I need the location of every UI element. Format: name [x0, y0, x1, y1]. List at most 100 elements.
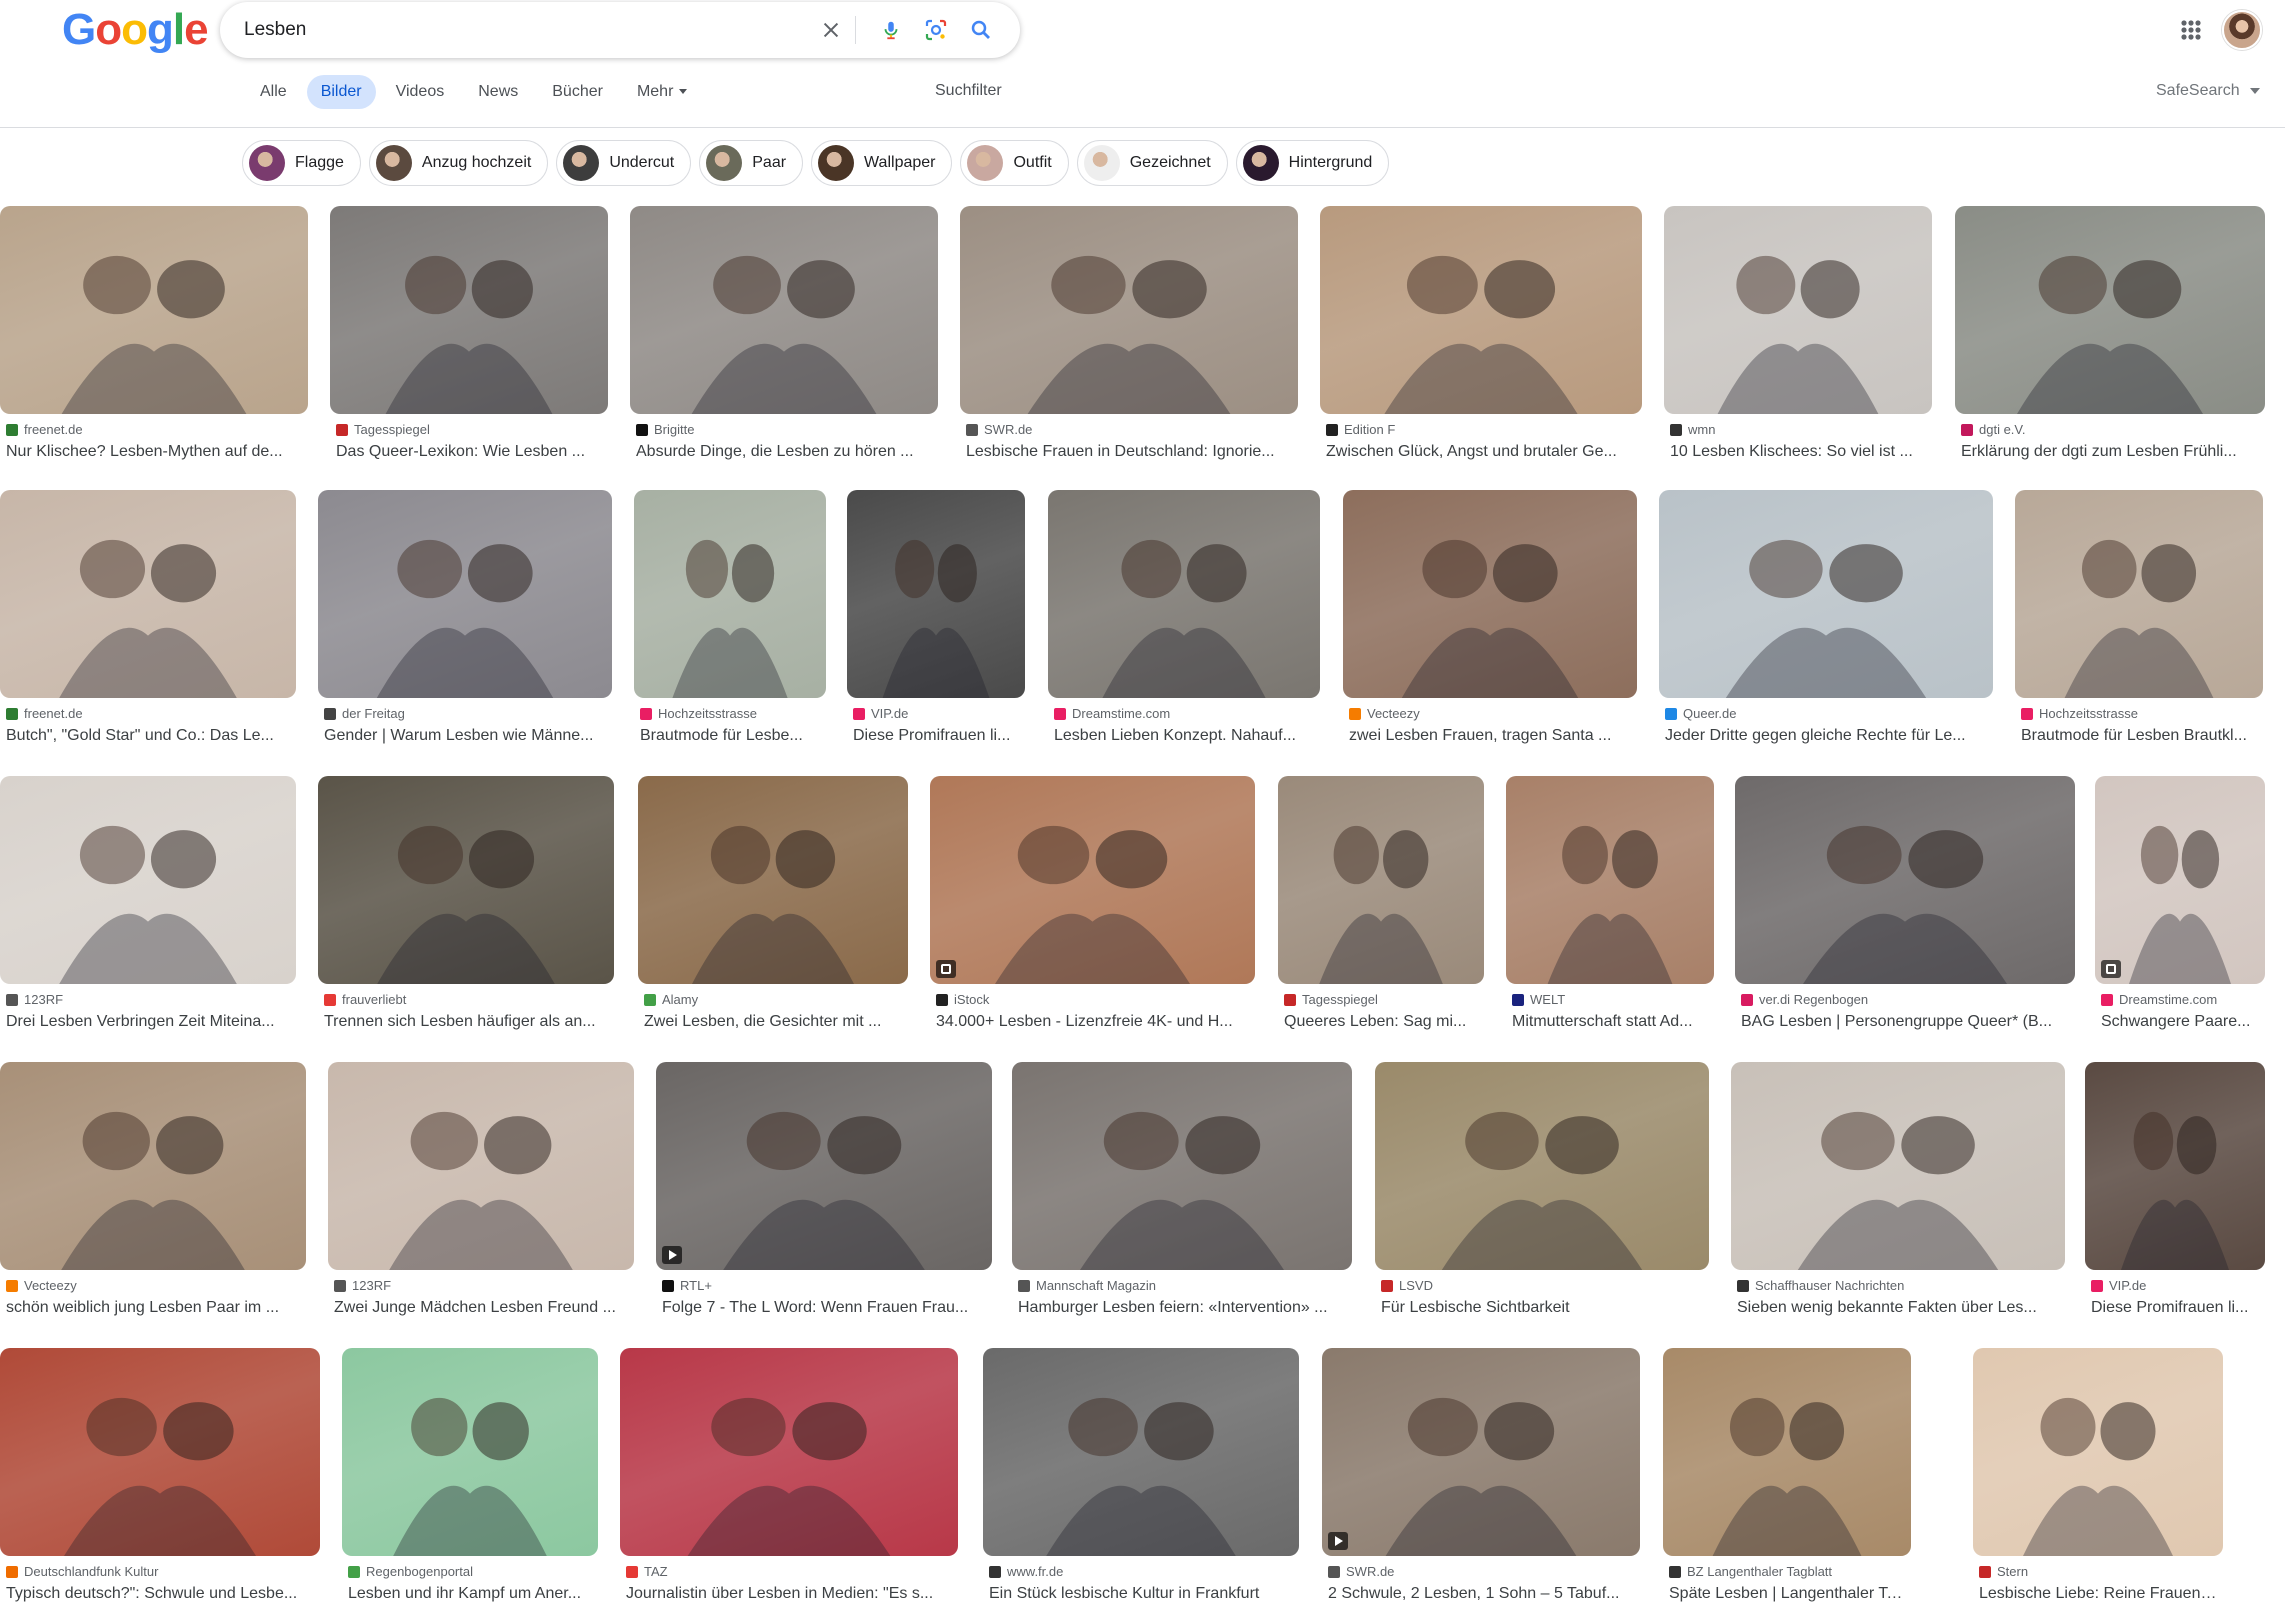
result-title[interactable]: Zwei Lesben, die Gesichter mit ... — [638, 1013, 908, 1031]
apps-grid-icon[interactable] — [2174, 13, 2208, 47]
image-result-card[interactable]: Stern Lesbische Liebe: Reine Frauensac... — [1973, 1348, 2223, 1603]
result-title[interactable]: 34.000+ Lesben - Lizenzfreie 4K- und H..… — [930, 1013, 1255, 1031]
result-source[interactable]: Alamy — [638, 992, 908, 1007]
image-result-card[interactable]: Hochzeitsstrasse Brautmode für Lesbe... — [634, 490, 826, 745]
image-thumbnail[interactable] — [0, 776, 296, 984]
result-title[interactable]: Queeres Leben: Sag mi... — [1278, 1013, 1484, 1031]
image-result-card[interactable]: VIP.de Diese Promifrauen li... — [847, 490, 1025, 745]
image-result-card[interactable]: Dreamstime.com Schwangere Paare... — [2095, 776, 2265, 1031]
image-thumbnail[interactable] — [0, 1348, 320, 1556]
result-title[interactable]: Zwischen Glück, Angst und brutaler Ge... — [1320, 443, 1642, 461]
image-thumbnail[interactable] — [1320, 206, 1642, 414]
result-title[interactable]: Folge 7 - The L Word: Wenn Frauen Frau..… — [656, 1299, 992, 1317]
image-result-card[interactable]: iStock 34.000+ Lesben - Lizenzfreie 4K- u… — [930, 776, 1255, 1031]
result-source[interactable]: WELT — [1506, 992, 1714, 1007]
result-title[interactable]: schön weiblich jung Lesben Paar im ... — [0, 1299, 306, 1317]
tab-mehr[interactable]: Mehr — [623, 75, 701, 109]
chip-anzug-hochzeit[interactable]: Anzug hochzeit — [368, 140, 549, 186]
result-title[interactable]: BAG Lesben | Personengruppe Queer* (B... — [1735, 1013, 2075, 1031]
image-result-card[interactable]: Mannschaft Magazin Hamburger Lesben feier… — [1012, 1062, 1352, 1317]
image-result-card[interactable]: RTL+ Folge 7 - The L Word: Wenn Frauen Fr… — [656, 1062, 992, 1317]
result-source[interactable]: www.fr.de — [983, 1564, 1299, 1579]
image-result-card[interactable]: Brigitte Absurde Dinge, die Lesben zu hör… — [630, 206, 938, 461]
microphone-icon[interactable] — [875, 14, 907, 46]
image-thumbnail[interactable] — [2095, 776, 2265, 984]
image-result-card[interactable]: Queer.de Jeder Dritte gegen gleiche Recht… — [1659, 490, 1993, 745]
image-result-card[interactable]: der Freitag Gender | Warum Lesben wie Män… — [318, 490, 612, 745]
result-source[interactable]: Stern — [1973, 1564, 2223, 1579]
image-thumbnail[interactable] — [1735, 776, 2075, 984]
result-source[interactable]: Schaffhauser Nachrichten — [1731, 1278, 2065, 1293]
image-thumbnail[interactable] — [1955, 206, 2265, 414]
image-thumbnail[interactable] — [0, 1062, 306, 1270]
result-source[interactable]: Vecteezy — [1343, 706, 1637, 721]
result-title[interactable]: Lesbische Frauen in Deutschland: Ignorie… — [960, 443, 1298, 461]
google-logo[interactable]: Google — [62, 8, 209, 52]
result-source[interactable]: freenet.de — [0, 422, 308, 437]
image-thumbnail[interactable] — [342, 1348, 598, 1556]
account-avatar[interactable] — [2222, 10, 2262, 50]
image-thumbnail[interactable] — [318, 490, 612, 698]
image-thumbnail[interactable] — [634, 490, 826, 698]
result-source[interactable]: Deutschlandfunk Kultur — [0, 1564, 320, 1579]
result-source[interactable]: freenet.de — [0, 706, 296, 721]
search-input[interactable] — [244, 12, 804, 48]
result-title[interactable]: Jeder Dritte gegen gleiche Rechte für Le… — [1659, 727, 1993, 745]
image-thumbnail[interactable] — [0, 206, 308, 414]
result-source[interactable]: SWR.de — [960, 422, 1298, 437]
image-result-card[interactable]: freenet.de Butch", "Gold Star" und Co.: D… — [0, 490, 296, 745]
image-thumbnail[interactable] — [328, 1062, 634, 1270]
image-result-card[interactable]: Edition F Zwischen Glück, Angst und bruta… — [1320, 206, 1642, 461]
result-title[interactable]: Typisch deutsch?": Schwule und Lesbe... — [0, 1585, 320, 1603]
result-title[interactable]: Sieben wenig bekannte Fakten über Les... — [1731, 1299, 2065, 1317]
image-thumbnail[interactable] — [330, 206, 608, 414]
image-result-card[interactable]: Vecteezy schön weiblich jung Lesben Paar … — [0, 1062, 306, 1317]
image-thumbnail[interactable] — [1278, 776, 1484, 984]
image-thumbnail[interactable] — [1731, 1062, 2065, 1270]
tab-news[interactable]: News — [464, 75, 532, 109]
suchfilter-button[interactable]: Suchfilter — [935, 82, 1002, 100]
result-source[interactable]: wmn — [1664, 422, 1932, 437]
result-title[interactable]: Brautmode für Lesbe... — [634, 727, 826, 745]
result-source[interactable]: iStock — [930, 992, 1255, 1007]
image-thumbnail[interactable] — [1012, 1062, 1352, 1270]
image-thumbnail[interactable] — [1663, 1348, 1911, 1556]
result-source[interactable]: SWR.de — [1322, 1564, 1640, 1579]
result-source[interactable]: Regenbogenportal — [342, 1564, 598, 1579]
result-title[interactable]: Späte Lesben | Langenthaler Tagblatt — [1663, 1585, 1911, 1603]
image-result-card[interactable]: Alamy Zwei Lesben, die Gesichter mit ... — [638, 776, 908, 1031]
result-title[interactable]: Gender | Warum Lesben wie Männe... — [318, 727, 612, 745]
image-result-card[interactable]: Dreamstime.com Lesben Lieben Konzept. Nah… — [1048, 490, 1320, 745]
image-thumbnail[interactable] — [1664, 206, 1932, 414]
result-source[interactable]: Dreamstime.com — [2095, 992, 2265, 1007]
chip-hintergrund[interactable]: Hintergrund — [1235, 140, 1390, 186]
safesearch-button[interactable]: SafeSearch — [2156, 82, 2260, 100]
result-title[interactable]: Mitmutterschaft statt Ad... — [1506, 1013, 1714, 1031]
result-title[interactable]: Hamburger Lesben feiern: «Intervention» … — [1012, 1299, 1352, 1317]
image-thumbnail[interactable] — [1048, 490, 1320, 698]
image-thumbnail[interactable] — [930, 776, 1255, 984]
image-result-card[interactable]: Schaffhauser Nachrichten Sieben wenig bek… — [1731, 1062, 2065, 1317]
image-thumbnail[interactable] — [1506, 776, 1714, 984]
result-title[interactable]: Diese Promifrauen li... — [2085, 1299, 2265, 1317]
result-source[interactable]: BZ Langenthaler Tagblatt — [1663, 1564, 1911, 1579]
tab-alle[interactable]: Alle — [246, 75, 301, 109]
result-source[interactable]: TAZ — [620, 1564, 958, 1579]
result-title[interactable]: 10 Lesben Klischees: So viel ist ... — [1664, 443, 1932, 461]
result-title[interactable]: Lesben und ihr Kampf um Aner... — [342, 1585, 598, 1603]
result-source[interactable]: Brigitte — [630, 422, 938, 437]
image-result-card[interactable]: WELT Mitmutterschaft statt Ad... — [1506, 776, 1714, 1031]
image-thumbnail[interactable] — [620, 1348, 958, 1556]
result-title[interactable]: Schwangere Paare... — [2095, 1013, 2265, 1031]
image-result-card[interactable]: LSVD Für Lesbische Sichtbarkeit — [1375, 1062, 1709, 1317]
result-title[interactable]: zwei Lesben Frauen, tragen Santa ... — [1343, 727, 1637, 745]
tab-buecher[interactable]: Bücher — [538, 75, 617, 109]
chip-flagge[interactable]: Flagge — [242, 140, 361, 186]
image-result-card[interactable]: VIP.de Diese Promifrauen li... — [2085, 1062, 2265, 1317]
image-result-card[interactable]: ver.di Regenbogen BAG Lesben | Personengr… — [1735, 776, 2075, 1031]
result-source[interactable]: Tagesspiegel — [330, 422, 608, 437]
image-result-card[interactable]: Deutschlandfunk Kultur Typisch deutsch?":… — [0, 1348, 320, 1603]
chip-outfit[interactable]: Outfit — [960, 140, 1069, 186]
search-icon[interactable] — [965, 14, 997, 46]
chip-undercut[interactable]: Undercut — [556, 140, 692, 186]
